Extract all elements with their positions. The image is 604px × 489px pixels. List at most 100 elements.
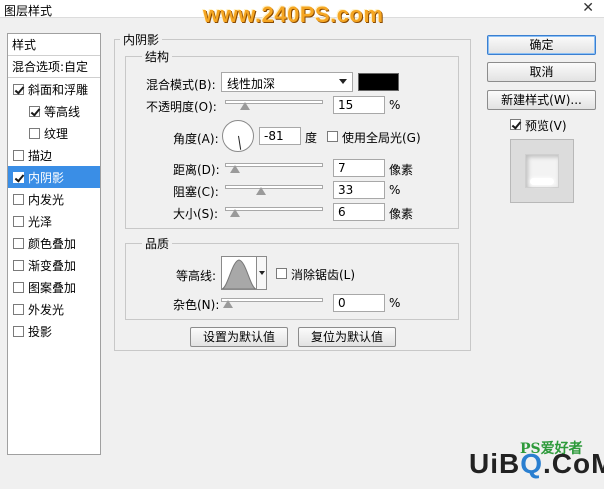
site-brand: UiBQ.CoM xyxy=(469,448,604,480)
style-list-checkbox[interactable] xyxy=(13,193,24,205)
style-list-item[interactable]: 投影 xyxy=(8,320,100,342)
style-list-item[interactable]: 斜面和浮雕 xyxy=(8,78,100,100)
style-list-checkbox[interactable] xyxy=(13,171,24,183)
distance-slider[interactable] xyxy=(225,160,323,173)
style-list-label: 投影 xyxy=(28,324,53,339)
site-brand-q: Q xyxy=(520,448,544,479)
size-label: 大小(S): xyxy=(173,207,219,221)
noise-slider[interactable] xyxy=(221,295,323,308)
style-list-checkbox[interactable] xyxy=(29,105,40,117)
style-list-checkbox[interactable] xyxy=(13,215,24,227)
opacity-unit: % xyxy=(389,98,401,112)
choke-label: 阻塞(C): xyxy=(173,185,219,199)
style-list-item[interactable]: 外发光 xyxy=(8,298,100,320)
blend-mode-label: 混合模式(B): xyxy=(146,78,216,92)
close-icon[interactable]: ✕ xyxy=(582,0,594,16)
preview-checkbox[interactable] xyxy=(510,119,521,130)
style-list-item[interactable]: 颜色叠加 xyxy=(8,232,100,254)
distance-label: 距离(D): xyxy=(173,163,220,177)
site-brand-b: .CoM xyxy=(543,448,604,479)
contour-dropdown-button[interactable] xyxy=(257,256,267,290)
global-light-checkbox[interactable] xyxy=(327,131,338,142)
style-list-item[interactable]: 描边 xyxy=(8,144,100,166)
distance-input[interactable]: 7 xyxy=(333,159,385,177)
style-list-label: 图案叠加 xyxy=(28,280,77,295)
style-list-label: 内发光 xyxy=(28,192,65,207)
style-list-label: 描边 xyxy=(28,148,53,163)
antialias-label: 消除锯齿(L) xyxy=(291,268,356,282)
noise-input[interactable]: 0 xyxy=(333,294,385,312)
noise-track xyxy=(221,298,323,302)
ok-button[interactable]: 确定 xyxy=(487,35,596,55)
distance-unit: 像素 xyxy=(389,163,414,177)
style-list-label: 纹理 xyxy=(44,126,69,141)
choke-input[interactable]: 33 xyxy=(333,181,385,199)
size-unit: 像素 xyxy=(389,207,414,221)
style-list-label: 斜面和浮雕 xyxy=(28,82,89,97)
angle-needle xyxy=(238,135,242,150)
cancel-button[interactable]: 取消 xyxy=(487,62,596,82)
global-light-label: 使用全局光(G) xyxy=(342,131,421,145)
style-list-checkbox[interactable] xyxy=(13,281,24,293)
choke-unit: % xyxy=(389,183,401,197)
style-list-checkbox[interactable] xyxy=(13,303,24,315)
size-thumb[interactable] xyxy=(230,209,240,217)
style-list-checkbox[interactable] xyxy=(13,237,24,249)
noise-unit: % xyxy=(389,296,401,310)
blend-mode-value: 线性加深 xyxy=(227,77,276,91)
style-list-item[interactable]: 等高线 xyxy=(8,100,100,122)
style-list-item[interactable]: 内发光 xyxy=(8,188,100,210)
preview-glow xyxy=(530,178,554,185)
size-input[interactable]: 6 xyxy=(333,203,385,221)
window-title: 图层样式 xyxy=(4,4,53,18)
style-list-checkbox[interactable] xyxy=(13,149,24,161)
quality-title: 品质 xyxy=(142,235,173,252)
blend-mode-select[interactable]: 线性加深 xyxy=(221,72,353,92)
antialias-checkbox[interactable] xyxy=(276,268,287,279)
angle-dial[interactable] xyxy=(222,120,254,152)
distance-thumb[interactable] xyxy=(230,165,240,173)
style-list-header[interactable]: 样式 xyxy=(8,34,100,56)
site-brand-a: UiB xyxy=(469,448,521,479)
reset-default-button[interactable]: 复位为默认值 xyxy=(298,327,396,347)
opacity-thumb[interactable] xyxy=(240,102,250,110)
style-list-item[interactable]: 渐变叠加 xyxy=(8,254,100,276)
style-list-item[interactable]: 纹理 xyxy=(8,122,100,144)
choke-track xyxy=(225,185,323,189)
noise-thumb[interactable] xyxy=(223,300,233,308)
opacity-input[interactable]: 15 xyxy=(333,96,385,114)
style-list-label: 等高线 xyxy=(44,104,81,119)
new-style-button[interactable]: 新建样式(W)... xyxy=(487,90,596,110)
preview-label: 预览(V) xyxy=(525,119,567,133)
style-list-checkbox[interactable] xyxy=(13,83,24,95)
size-slider[interactable] xyxy=(225,204,323,217)
angle-unit: 度 xyxy=(305,131,318,145)
preview-thumbnail xyxy=(510,139,574,203)
style-list-item[interactable]: 内阴影 xyxy=(8,166,100,188)
choke-slider[interactable] xyxy=(225,182,323,195)
style-list-item[interactable]: 图案叠加 xyxy=(8,276,100,298)
shadow-color-swatch[interactable] xyxy=(358,73,399,91)
style-list-label: 渐变叠加 xyxy=(28,258,77,273)
noise-label: 杂色(N): xyxy=(173,298,220,312)
style-list-checkbox[interactable] xyxy=(13,259,24,271)
angle-input[interactable]: -81 xyxy=(259,127,301,145)
choke-thumb[interactable] xyxy=(256,187,266,195)
style-list-item[interactable]: 光泽 xyxy=(8,210,100,232)
contour-picker[interactable] xyxy=(221,256,257,290)
angle-label: 角度(A): xyxy=(173,132,219,146)
opacity-slider[interactable] xyxy=(225,97,323,110)
opacity-label: 不透明度(O): xyxy=(146,100,217,114)
style-list: 样式混合选项:自定斜面和浮雕等高线纹理描边内阴影内发光光泽颜色叠加渐变叠加图案叠… xyxy=(7,33,101,455)
contour-curve-icon xyxy=(221,259,257,290)
style-list-label: 样式 xyxy=(12,38,37,52)
watermark-text: www.240PS.com xyxy=(203,2,384,27)
set-default-button[interactable]: 设置为默认值 xyxy=(190,327,288,347)
style-list-checkbox[interactable] xyxy=(29,127,40,139)
style-list-header[interactable]: 混合选项:自定 xyxy=(8,56,100,78)
style-list-label: 外发光 xyxy=(28,302,65,317)
style-list-label: 颜色叠加 xyxy=(28,236,77,251)
style-list-checkbox[interactable] xyxy=(13,325,24,337)
inner-shadow-title: 内阴影 xyxy=(120,31,163,48)
contour-label: 等高线: xyxy=(176,269,217,283)
